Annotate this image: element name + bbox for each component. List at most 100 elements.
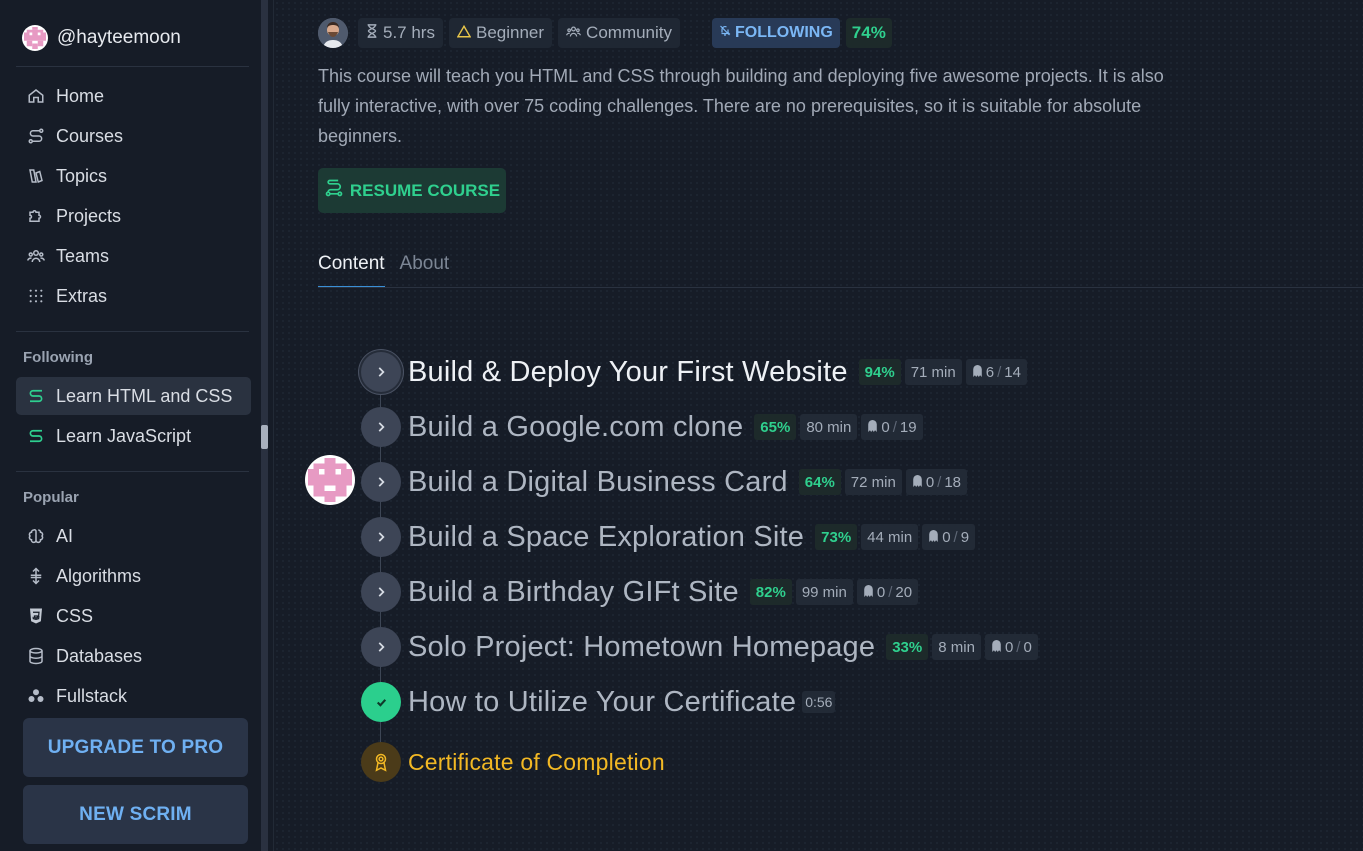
users-icon (566, 23, 582, 43)
book-icon (26, 166, 46, 186)
lesson-title[interactable]: Build a Space Exploration Site (408, 521, 804, 554)
tab-about[interactable]: About (400, 253, 450, 288)
popular-label: Algorithms (56, 565, 142, 586)
lesson-progress: 73% (815, 524, 858, 550)
course-description: This course will teach you HTML and CSS … (318, 66, 1164, 146)
lesson-challenges: 0/9 (922, 524, 976, 550)
sidebar-scrollbar-thumb[interactable] (261, 425, 268, 449)
challenges-total: 19 (899, 418, 917, 436)
challenges-done: 0 (1004, 638, 1014, 656)
route-icon (26, 426, 46, 446)
ghost-icon (867, 419, 878, 436)
nav-label: Projects (56, 205, 122, 226)
lesson-title[interactable]: Build a Digital Business Card (408, 466, 788, 499)
chevron-right-icon[interactable] (361, 572, 401, 612)
ghost-icon (972, 364, 983, 381)
ghost-icon (991, 639, 1002, 656)
popular-label: Databases (56, 645, 143, 666)
nav-courses[interactable]: Courses (16, 117, 251, 155)
sort-icon (26, 566, 46, 586)
level-text: Beginner (475, 23, 545, 42)
nav-teams[interactable]: Teams (16, 237, 251, 275)
route-icon (324, 178, 344, 203)
chevron-right-icon[interactable] (361, 517, 401, 557)
ghost-icon (912, 474, 923, 491)
following-item-javascript[interactable]: Learn JavaScript (16, 417, 251, 455)
upgrade-to-pro-button[interactable]: UPGRADE TO PRO (23, 718, 248, 777)
challenges-total: 0 (1023, 638, 1032, 656)
lesson-row-completed[interactable]: How to Utilize Your Certificate 0:56 (361, 681, 836, 723)
popular-item-fullstack[interactable]: Fullstack (16, 677, 251, 715)
level-pill: Beginner (448, 18, 553, 48)
resume-course-button[interactable]: RESUME COURSE (318, 168, 506, 213)
lesson-row[interactable]: Build & Deploy Your First Website 94% 71… (361, 351, 1027, 393)
nav-extras[interactable]: Extras (16, 277, 251, 315)
certificate-row[interactable]: Certificate of Completion (361, 741, 665, 783)
lesson-title[interactable]: Build & Deploy Your First Website (408, 356, 848, 389)
lesson-row[interactable]: Solo Project: Hometown Homepage 33% 8 mi… (361, 626, 1038, 668)
following-label: Learn HTML and CSS (56, 385, 233, 406)
course-meta: 5.7 hrs Beginner Community FOLLOWING 74% (318, 17, 892, 49)
tab-content[interactable]: Content (318, 253, 385, 288)
lesson-duration: 72 min (844, 469, 902, 495)
hourglass-icon (366, 23, 378, 43)
puzzle-icon (26, 206, 46, 226)
lesson-progress: 64% (798, 469, 841, 495)
divider (16, 331, 249, 332)
lesson-duration: 8 min (932, 634, 981, 660)
circles-icon (26, 686, 46, 706)
lesson-row[interactable]: Build a Google.com clone 65% 80 min 0/19 (361, 406, 923, 448)
challenges-total: 9 (960, 528, 970, 546)
challenges-done: 6 (985, 363, 995, 381)
lesson-duration: 44 min (861, 524, 919, 550)
lesson-progress: 33% (886, 634, 929, 660)
divider (16, 66, 249, 67)
nav-projects[interactable]: Projects (16, 197, 251, 235)
nav-label: Extras (56, 285, 108, 306)
lesson-duration: 71 min (904, 359, 962, 385)
popular-item-ai[interactable]: AI (16, 517, 251, 555)
lesson-row[interactable]: Build a Space Exploration Site 73% 44 mi… (361, 516, 976, 558)
lesson-progress: 94% (858, 359, 901, 385)
users-icon (26, 246, 46, 266)
lesson-title[interactable]: How to Utilize Your Certificate (408, 686, 796, 719)
nav-label: Courses (56, 125, 124, 146)
lesson-title[interactable]: Build a Google.com clone (408, 411, 743, 444)
brain-icon (26, 526, 46, 546)
challenges-done: 0 (881, 418, 890, 436)
award-icon (361, 742, 401, 782)
lesson-title[interactable]: Solo Project: Hometown Homepage (408, 631, 875, 664)
lesson-title[interactable]: Build a Birthday GIFt Site (408, 576, 739, 609)
lesson-row[interactable]: Build a Digital Business Card 64% 72 min… (361, 461, 968, 503)
route-icon (26, 386, 46, 406)
ghost-icon (928, 529, 939, 546)
lesson-progress: 82% (749, 579, 792, 605)
lesson-progress: 65% (754, 414, 797, 440)
popular-item-css[interactable]: CSS (16, 597, 251, 635)
user-profile[interactable]: @hayteemoon (22, 24, 181, 52)
sidebar: @hayteemoon Home Courses Topics Projects… (0, 0, 268, 851)
chevron-right-icon[interactable] (361, 627, 401, 667)
new-scrim-button[interactable]: NEW SCRIM (23, 785, 248, 844)
nav-label: Topics (56, 165, 108, 186)
chevron-right-icon[interactable] (361, 462, 401, 502)
certificate-title[interactable]: Certificate of Completion (408, 749, 665, 776)
lesson-row[interactable]: Build a Birthday GIFt Site 82% 99 min 0/… (361, 571, 919, 613)
lesson-duration: 80 min (800, 414, 858, 440)
nav-home[interactable]: Home (16, 77, 251, 115)
following-button[interactable]: FOLLOWING (712, 18, 840, 48)
user-handle: @hayteemoon (57, 27, 181, 48)
duration-text: 5.7 hrs (383, 23, 435, 42)
nav-topics[interactable]: Topics (16, 157, 251, 195)
main-content: 5.7 hrs Beginner Community FOLLOWING 74%… (274, 0, 1363, 851)
chevron-right-icon[interactable] (361, 352, 401, 392)
chevron-right-icon[interactable] (361, 407, 401, 447)
duration-pill: 5.7 hrs (358, 18, 443, 48)
popular-item-databases[interactable]: Databases (16, 637, 251, 675)
popular-item-algorithms[interactable]: Algorithms (16, 557, 251, 595)
author-avatar[interactable] (318, 18, 348, 48)
nav-label: Home (56, 85, 105, 106)
following-item-html-css[interactable]: Learn HTML and CSS (16, 377, 251, 415)
home-icon (26, 86, 46, 106)
following-label: Learn JavaScript (56, 425, 192, 446)
